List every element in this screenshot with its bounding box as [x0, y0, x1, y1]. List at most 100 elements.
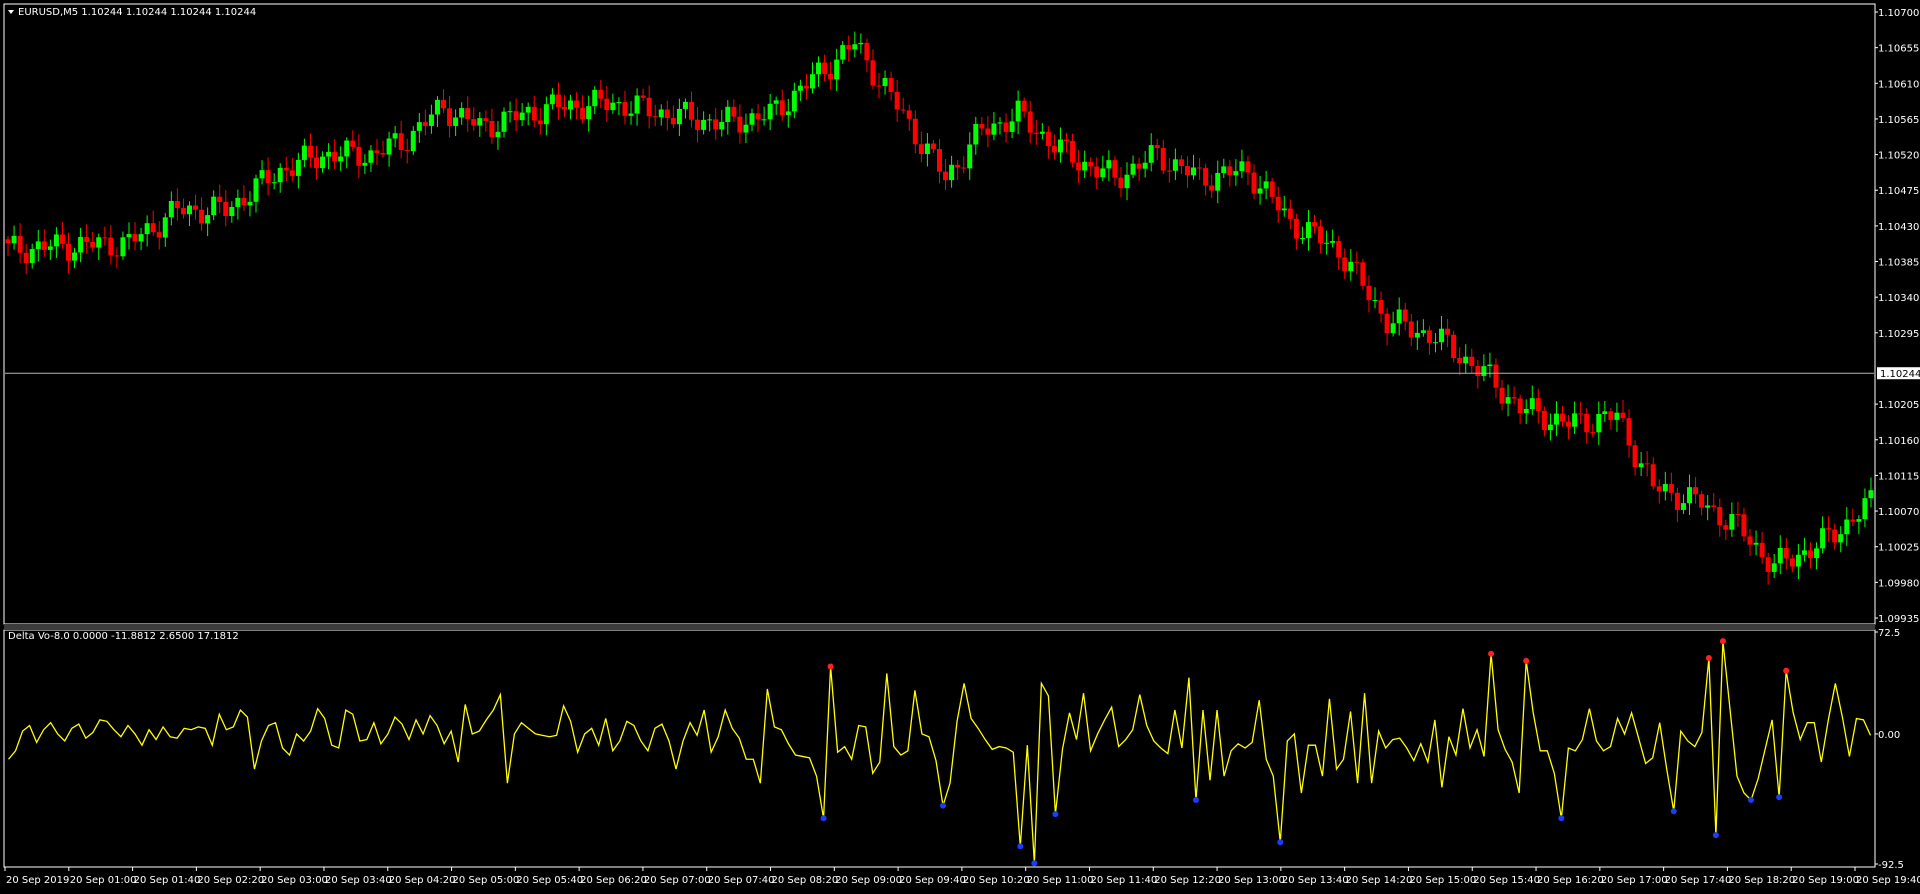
candle [713, 107, 719, 140]
candle-body [1783, 547, 1789, 559]
candle-body [1209, 185, 1215, 191]
candle [368, 145, 374, 172]
candle-body [864, 42, 870, 61]
candle-body [1832, 529, 1838, 543]
candle [471, 107, 477, 131]
candle-body [1668, 484, 1674, 493]
candle-body [1529, 398, 1535, 410]
candle [531, 95, 537, 128]
candle [997, 117, 1003, 135]
candle-body [35, 241, 41, 250]
candle [495, 120, 501, 150]
indicator-tick-label: -92.5 [1878, 860, 1904, 871]
candle-body [1106, 160, 1112, 169]
candle-body [1287, 208, 1293, 219]
collapse-triangle-icon[interactable] [8, 10, 14, 14]
candle-body [1699, 494, 1705, 508]
candle-body [949, 164, 955, 181]
candle-body [519, 112, 525, 121]
candle [1553, 401, 1559, 436]
candle [23, 244, 29, 275]
candle [314, 145, 319, 180]
candle [809, 62, 815, 94]
candle [1372, 287, 1378, 309]
candle [1275, 186, 1281, 223]
candle [416, 113, 422, 143]
candle [1420, 319, 1426, 337]
candle [973, 116, 979, 155]
time-tick-label: 20 Sep 19:00 [1792, 875, 1859, 886]
candle-body [640, 95, 646, 98]
candle-body [174, 200, 180, 209]
candle [398, 120, 404, 159]
candle-body [1632, 445, 1638, 468]
candle-body [108, 237, 114, 256]
trough-marker [1017, 843, 1024, 850]
candle-body [422, 122, 428, 126]
candle [816, 56, 822, 87]
candle-body [592, 89, 598, 107]
candle [41, 229, 47, 257]
candle-body [47, 246, 53, 250]
candle [1801, 537, 1807, 562]
candle [1753, 530, 1759, 556]
pane-separator[interactable] [4, 624, 1875, 630]
candle-body [1807, 550, 1813, 559]
price-tick-label: 1.10115 [1878, 471, 1919, 482]
candle [1771, 554, 1777, 579]
candle [1172, 148, 1178, 181]
candle-body [1094, 166, 1100, 178]
candle-body [658, 109, 664, 118]
candle [441, 89, 447, 113]
candle-body [1717, 506, 1723, 526]
candle-body [205, 215, 211, 224]
candle [356, 134, 362, 179]
candle [894, 79, 900, 122]
candle [1414, 320, 1420, 350]
price-tick-label: 1.10160 [1878, 436, 1919, 447]
price-tick-label: 1.10565 [1878, 115, 1919, 126]
candle-body [434, 99, 440, 115]
candle-body [543, 104, 549, 125]
candle [695, 107, 701, 143]
chart-canvas[interactable]: 1.10700 1.10655 1.10610 1.10565 1.10520 1.104… [0, 0, 1920, 894]
candle-body [1318, 226, 1324, 243]
candle [785, 98, 791, 128]
candle [537, 108, 543, 135]
candle-body [1753, 542, 1759, 545]
candle-body [1051, 146, 1057, 153]
trough-marker [940, 802, 947, 809]
candle [29, 243, 35, 269]
candle-body [1439, 328, 1445, 343]
candle [1608, 407, 1614, 430]
candle-body [1215, 172, 1221, 191]
candle-body [1868, 490, 1874, 499]
candle [1178, 155, 1184, 175]
candle [1021, 97, 1027, 118]
candle [864, 38, 870, 73]
candle-body [1130, 163, 1136, 175]
candle [1402, 302, 1408, 331]
candle [428, 104, 434, 134]
candle-body [628, 113, 634, 116]
candle-body [670, 118, 676, 125]
candle-body [326, 151, 332, 157]
candle-body [1064, 139, 1070, 142]
candle-body [1789, 558, 1795, 567]
candle-body [1420, 330, 1426, 333]
candle-body [1402, 309, 1408, 322]
candle [489, 108, 495, 144]
candle-body [1481, 366, 1487, 376]
candle [924, 133, 930, 167]
candle [1505, 384, 1511, 417]
candle-body [1475, 365, 1481, 376]
candle [1469, 348, 1475, 374]
candle [459, 102, 465, 125]
candle-body [392, 133, 398, 139]
candle [640, 88, 646, 102]
candle [1475, 359, 1481, 389]
indicator-pane-border [3, 629, 1876, 868]
time-tick-label: 20 Sep 08:20 [772, 875, 839, 886]
candle-body [447, 108, 453, 126]
trough-marker [1748, 797, 1755, 804]
